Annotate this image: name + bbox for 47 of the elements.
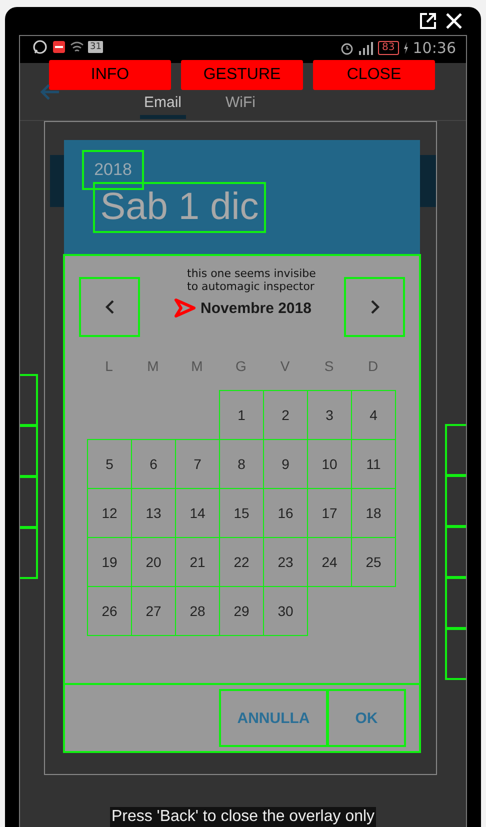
day-cell[interactable]: 25 bbox=[351, 537, 396, 587]
background-panel bbox=[420, 155, 436, 207]
highlight-frame bbox=[20, 425, 38, 477]
battery-icon: 83 bbox=[378, 41, 399, 55]
signal-icon bbox=[358, 41, 374, 55]
month-title: Novembre 2018 bbox=[200, 300, 312, 316]
day-cell[interactable]: 26 bbox=[87, 586, 132, 636]
annotation-note: this one seems invisibe to automagic inspector bbox=[187, 267, 317, 293]
tab[interactable]: Email bbox=[140, 90, 186, 120]
weekday-label: M bbox=[190, 356, 204, 376]
clock-time: 10:36 bbox=[412, 39, 456, 57]
overlay-button[interactable]: GESTURE bbox=[181, 60, 303, 90]
alarm-icon bbox=[340, 41, 354, 55]
day-cell[interactable]: 5 bbox=[87, 439, 132, 489]
arrow-icon bbox=[172, 297, 197, 319]
highlight-frame bbox=[445, 424, 466, 476]
weekday-label: M bbox=[146, 356, 160, 376]
overlay-button[interactable]: INFO bbox=[49, 60, 171, 90]
previous-month-button[interactable] bbox=[79, 277, 140, 337]
day-cell[interactable]: 30 bbox=[263, 586, 308, 636]
weekday-label: S bbox=[323, 356, 335, 376]
highlight-frame bbox=[445, 526, 466, 578]
highlight-frame bbox=[20, 527, 38, 579]
popout-icon[interactable] bbox=[419, 12, 437, 30]
overlay-hint: Press 'Back' to close the overlay only bbox=[110, 807, 376, 827]
weekday-label: D bbox=[366, 356, 380, 376]
day-cell[interactable]: 4 bbox=[351, 390, 396, 440]
charging-icon bbox=[402, 42, 409, 54]
highlight-frame bbox=[445, 577, 466, 629]
weekday-label: G bbox=[234, 356, 248, 376]
close-icon[interactable] bbox=[445, 12, 463, 30]
weekday-label: V bbox=[279, 356, 291, 376]
chevron-right-icon bbox=[370, 300, 380, 314]
chat-icon bbox=[32, 39, 48, 55]
highlight-frame bbox=[20, 374, 38, 426]
highlight-frame bbox=[445, 628, 466, 680]
overlay-button[interactable]: CLOSE bbox=[313, 60, 435, 90]
app-icon bbox=[52, 40, 66, 54]
highlight-frame bbox=[20, 476, 38, 528]
calendar-icon: 31 bbox=[88, 41, 104, 53]
weekday-label: L bbox=[104, 356, 114, 376]
highlight-frame bbox=[445, 475, 466, 527]
tab[interactable]: WiFi bbox=[222, 90, 260, 120]
wifi-icon bbox=[70, 40, 84, 54]
day-cell[interactable]: 1 bbox=[219, 390, 264, 440]
next-month-button[interactable] bbox=[344, 277, 405, 337]
chevron-left-icon bbox=[104, 300, 114, 314]
